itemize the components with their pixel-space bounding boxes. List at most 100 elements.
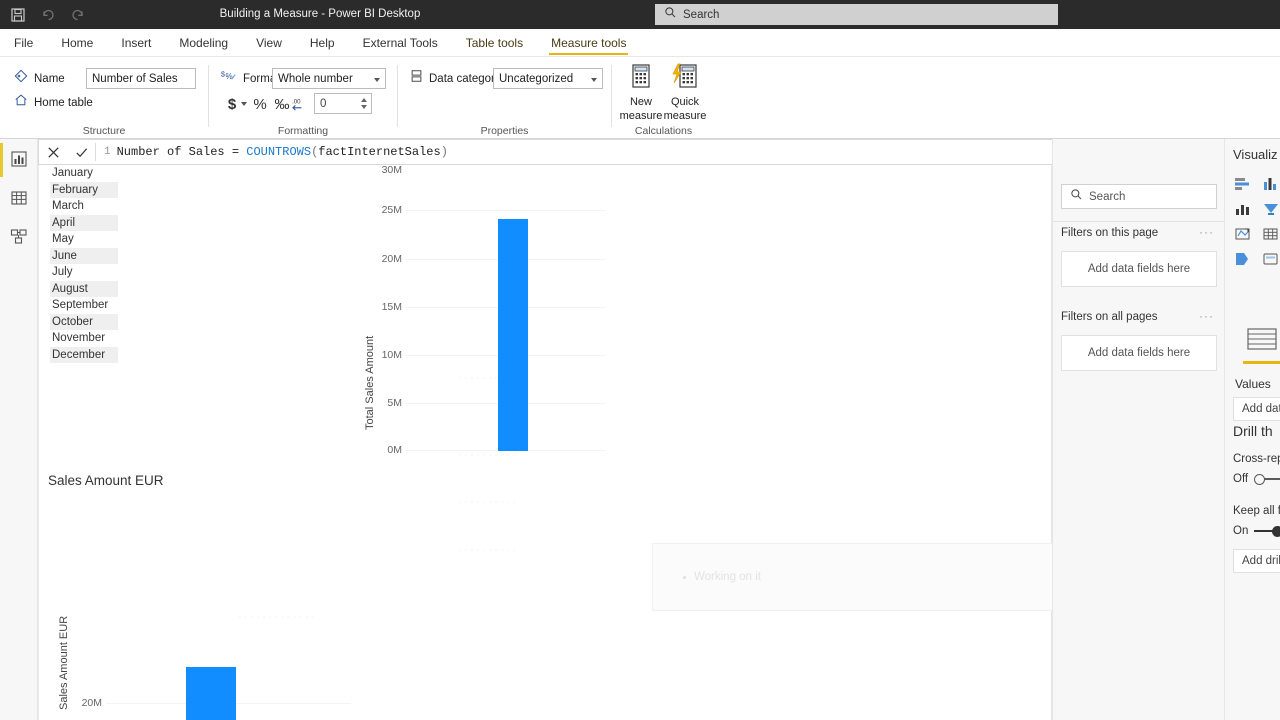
formula-close-paren: ) [440, 145, 448, 159]
tab-help[interactable]: Help [296, 29, 349, 56]
group-label-structure: Structure [82, 125, 126, 137]
tab-home[interactable]: Home [47, 29, 107, 56]
list-item[interactable]: October [50, 313, 118, 330]
global-search-box[interactable]: Search [655, 4, 1058, 25]
formula-expression[interactable]: Number of Sales = COUNTROWS(factInternet… [117, 145, 448, 159]
list-item[interactable]: August [50, 280, 118, 297]
format-percent-icon: $ % [221, 69, 237, 89]
currency-format-button[interactable]: $ [223, 93, 241, 115]
tab-file[interactable]: File [0, 29, 47, 56]
filters-this-page-dropzone[interactable]: Add data fields here [1061, 251, 1217, 287]
toggle-switch-off[interactable] [1254, 473, 1280, 485]
keep-all-filters-label: Keep all fil [1233, 505, 1280, 517]
keep-all-filters-toggle[interactable]: On [1233, 525, 1280, 537]
name-label: Name [34, 72, 65, 85]
kpi-icon[interactable] [1231, 248, 1255, 270]
quick-measure-icon [672, 63, 698, 94]
cross-report-toggle[interactable]: Off [1233, 473, 1280, 485]
thousands-separator-button[interactable]: ‰ [273, 93, 291, 115]
ellipsis-icon[interactable]: ··· [1199, 225, 1214, 239]
sidebar-item-model-view[interactable] [7, 227, 31, 251]
category-icon [410, 69, 423, 88]
dax-formula-bar[interactable]: 1 Number of Sales = COUNTROWS(factIntern… [38, 139, 1220, 165]
drill-through-dropzone[interactable]: Add drill- [1233, 549, 1280, 573]
list-item[interactable]: March [50, 198, 118, 215]
list-item[interactable]: April [50, 214, 118, 231]
bar-total-sales-amount[interactable] [498, 219, 528, 451]
ribbon-group-formatting: $ % Format Whole number $ % ‰ .00 0 Form… [209, 57, 397, 139]
list-item[interactable]: January [50, 165, 118, 182]
quick-measure-button[interactable]: Quick measure [656, 63, 714, 122]
visualizations-pane: Visualiz Values Add da Drill th Cross-re… [1224, 139, 1280, 720]
model-relationships-icon [10, 228, 28, 251]
tab-external-tools[interactable]: External Tools [349, 29, 452, 56]
ghost-gridline-text: - - - - - - - - - - [458, 545, 517, 556]
stacked-bar-chart-icon[interactable] [1231, 173, 1255, 195]
active-view-accent [0, 143, 3, 177]
month-slicer-list[interactable]: January February March April May June Ju… [50, 165, 118, 363]
svg-text:$: $ [221, 71, 225, 79]
format-select[interactable]: Whole number [272, 68, 386, 89]
ribbon-content: Name Number of Sales Home table Calendar… [0, 57, 1280, 173]
tab-measure-tools[interactable]: Measure tools [537, 29, 640, 56]
list-item[interactable]: November [50, 330, 118, 347]
y-tick-label: 15M [381, 301, 402, 313]
checkmark-icon[interactable] [67, 140, 95, 164]
filled-map-icon[interactable] [1231, 223, 1255, 245]
stepper-down-icon[interactable] [361, 105, 367, 109]
list-item[interactable]: September [50, 297, 118, 314]
formula-line-number: 1 [104, 146, 111, 158]
cancel-x-icon[interactable] [39, 140, 67, 164]
waterfall-chart-icon[interactable] [1259, 198, 1280, 220]
tab-view[interactable]: View [242, 29, 296, 56]
data-category-select[interactable]: Uncategorized [493, 68, 603, 89]
list-item[interactable]: May [50, 231, 118, 248]
tab-modeling[interactable]: Modeling [165, 29, 242, 56]
measure-name-input[interactable]: Number of Sales [86, 68, 196, 89]
chart-title: Sales Amount EUR [48, 473, 164, 488]
bar-sales-amount-eur[interactable] [186, 667, 236, 720]
filters-all-pages-dropzone[interactable]: Add data fields here [1061, 335, 1217, 371]
filters-on-this-page-label: Filters on this page [1061, 227, 1159, 239]
gridline [406, 210, 606, 211]
sidebar-item-report-view[interactable] [7, 149, 31, 173]
decimal-places-stepper[interactable]: 0 [314, 93, 372, 114]
tab-insert[interactable]: Insert [107, 29, 165, 56]
chart-total-sales-amount[interactable]: Total Sales Amount 30M 25M 20M 15M 10M 5… [318, 165, 618, 465]
values-well-label: Values [1235, 377, 1271, 391]
report-canvas[interactable]: January February March April May June Ju… [38, 165, 1052, 720]
toggle-switch-on[interactable] [1254, 525, 1280, 537]
ribbon-tab-strip: File Home Insert Modeling View Help Exte… [0, 29, 1280, 57]
stepper-up-icon[interactable] [361, 98, 367, 102]
keep-all-filters-state: On [1233, 525, 1249, 537]
tab-table-tools[interactable]: Table tools [452, 29, 537, 56]
home-table-label: Home table [34, 96, 93, 109]
list-item[interactable]: June [50, 247, 118, 264]
list-item[interactable]: July [50, 264, 118, 281]
percent-format-button[interactable]: % [251, 93, 269, 115]
list-item[interactable]: February [50, 181, 118, 198]
treemap-icon[interactable] [1259, 223, 1280, 245]
chart-sales-amount-eur[interactable]: Sales Amount EUR Sales Amount EUR 20M 10… [48, 465, 368, 720]
window-title: Building a Measure - Power BI Desktop [219, 8, 421, 20]
sidebar-item-data-view[interactable] [7, 188, 31, 212]
cross-report-label: Cross-repo [1233, 453, 1280, 465]
filters-search-input[interactable]: Search [1061, 184, 1217, 209]
svg-text:.00: .00 [292, 98, 301, 105]
title-bar: Building a Measure - Power BI Desktop Se… [0, 0, 1280, 29]
values-dropzone[interactable]: Add data [1233, 397, 1280, 421]
selected-visual-indicator[interactable] [1241, 327, 1280, 364]
filters-pane-divider [1053, 221, 1225, 222]
global-search-placeholder: Search [683, 8, 720, 21]
ribbon-chart-icon[interactable] [1231, 198, 1255, 220]
bar-chart-icon [10, 150, 28, 173]
ellipsis-icon[interactable]: ··· [1199, 309, 1214, 323]
quick-measure-label-2: measure [663, 110, 707, 122]
clustered-column-chart-icon[interactable] [1259, 173, 1280, 195]
slicer-icon[interactable] [1259, 248, 1280, 270]
decrease-decimals-icon[interactable]: .00 [291, 93, 309, 115]
currency-dropdown-icon[interactable] [241, 102, 247, 106]
y-tick-label: 20M [381, 253, 402, 265]
ghost-gridline-text: - - - - - - - - - - [458, 497, 517, 508]
list-item[interactable]: December [50, 346, 118, 363]
